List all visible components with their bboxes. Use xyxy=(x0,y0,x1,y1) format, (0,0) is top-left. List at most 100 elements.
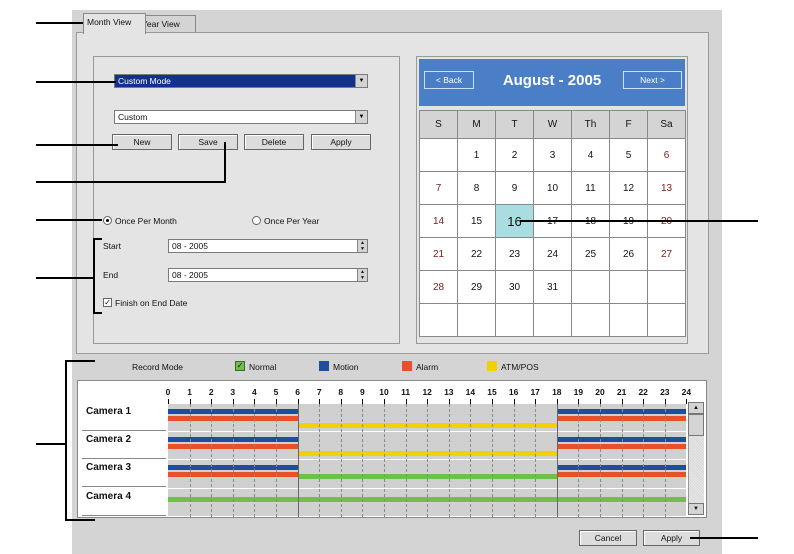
calendar-day[interactable]: 6 xyxy=(648,139,686,172)
calendar-empty-cell xyxy=(420,139,458,172)
tab-month-view[interactable]: Month View xyxy=(83,13,146,34)
hour-gridline xyxy=(340,404,342,517)
callout-line xyxy=(36,81,116,83)
calendar-day[interactable]: 3 xyxy=(534,139,572,172)
calendar-empty-cell xyxy=(648,271,686,304)
legend-alarm-label: Alarm xyxy=(416,362,439,372)
calendar-day[interactable]: 11 xyxy=(572,172,610,205)
calendar-day[interactable]: 7 xyxy=(420,172,458,205)
apply-preset-button[interactable]: Apply xyxy=(311,134,371,150)
hour-label: 11 xyxy=(401,387,411,397)
start-date-value: 08 - 2005 xyxy=(172,241,208,251)
calendar-day[interactable]: 31 xyxy=(534,271,572,304)
hour-gridline xyxy=(492,404,493,517)
calendar-day[interactable]: 13 xyxy=(648,172,686,205)
legend-normal-swatch[interactable]: ✓ xyxy=(235,361,245,371)
hour-label: 8 xyxy=(338,387,344,397)
legend-motion-label: Motion xyxy=(333,362,359,372)
calendar-empty-cell xyxy=(572,271,610,304)
hour-gridline xyxy=(643,404,645,517)
calendar-day[interactable]: 23 xyxy=(496,238,534,271)
scroll-thumb[interactable] xyxy=(688,414,704,436)
scroll-up-icon[interactable]: ▲ xyxy=(688,402,704,414)
calendar-day[interactable]: 2 xyxy=(496,139,534,172)
spin-down-icon[interactable]: ▼ xyxy=(357,275,367,281)
once-per-month-radio[interactable] xyxy=(103,216,112,225)
calendar-day-header: Th xyxy=(572,111,610,139)
calendar-empty-cell xyxy=(534,304,572,337)
callout-line xyxy=(520,220,758,222)
tab-year-view[interactable]: Year View xyxy=(138,15,196,33)
end-label: End xyxy=(103,270,119,280)
mode-combo[interactable]: Custom Mode ▼ xyxy=(114,74,368,88)
calendar-day-header: S xyxy=(420,111,458,139)
hour-gridline xyxy=(621,404,623,517)
calendar-day[interactable]: 4 xyxy=(572,139,610,172)
scroll-down-icon[interactable]: ▼ xyxy=(688,503,704,515)
calendar-day[interactable]: 9 xyxy=(496,172,534,205)
spin-down-icon[interactable]: ▼ xyxy=(357,246,367,252)
calendar-day[interactable]: 27 xyxy=(648,238,686,271)
hour-label: 19 xyxy=(573,387,584,397)
calendar-day[interactable]: 8 xyxy=(458,172,496,205)
hour-label: 0 xyxy=(165,387,171,397)
hour-label: 18 xyxy=(552,387,562,397)
hour-gridline xyxy=(362,404,364,517)
hour-gridline xyxy=(600,404,601,517)
calendar-day-header: T xyxy=(496,111,534,139)
calendar-back-button[interactable]: < Back xyxy=(424,71,474,89)
callout-bracket xyxy=(93,238,102,240)
calendar-empty-cell xyxy=(648,304,686,337)
preset-combo-value: Custom xyxy=(118,112,148,122)
calendar-day[interactable]: 22 xyxy=(458,238,496,271)
legend-motion-swatch xyxy=(319,361,329,371)
calendar-day[interactable]: 12 xyxy=(610,172,648,205)
hour-gridline xyxy=(384,404,385,517)
calendar-next-button[interactable]: Next > xyxy=(623,71,682,89)
cancel-button[interactable]: Cancel xyxy=(579,530,637,546)
calendar-day[interactable]: 28 xyxy=(420,271,458,304)
calendar-day[interactable]: 25 xyxy=(572,238,610,271)
hour-gridline xyxy=(448,404,450,517)
schedule-grid[interactable]: 0 1 2 3 4 5 6 7 8 9 10 11 12 13 14 15 16 17 18 19 20 21 22 23 24… xyxy=(77,380,707,518)
finish-on-end-checkbox[interactable]: ✓ xyxy=(103,298,112,307)
save-button[interactable]: Save xyxy=(178,134,238,150)
calendar-day[interactable]: 24 xyxy=(534,238,572,271)
calendar-day[interactable]: 1 xyxy=(458,139,496,172)
hour-gridline xyxy=(211,404,213,517)
hour-gridline xyxy=(276,404,277,517)
delete-button[interactable]: Delete xyxy=(244,134,304,150)
callout-line xyxy=(36,144,118,146)
hour-label: 3 xyxy=(230,387,236,397)
calendar-grid: SMTWThFSa1234567891011121314151617181920… xyxy=(419,110,686,337)
hour-label: 24 xyxy=(681,387,692,397)
calendar-day[interactable]: 5 xyxy=(610,139,648,172)
chevron-down-icon[interactable]: ▼ xyxy=(355,75,367,87)
calendar-day[interactable]: 15 xyxy=(458,205,496,238)
calendar-day[interactable]: 30 xyxy=(496,271,534,304)
hour-gridline xyxy=(470,404,472,517)
hour-gridline xyxy=(513,404,515,517)
hour-label: 22 xyxy=(638,387,648,397)
calendar-empty-cell xyxy=(496,304,534,337)
chevron-down-icon[interactable]: ▼ xyxy=(355,111,367,123)
calendar-day[interactable]: 26 xyxy=(610,238,648,271)
calendar-day[interactable]: 29 xyxy=(458,271,496,304)
once-per-year-radio[interactable] xyxy=(252,216,261,225)
hour-gridline xyxy=(664,404,666,517)
hour-label: 14 xyxy=(465,387,476,397)
calendar-day[interactable]: 10 xyxy=(534,172,572,205)
hour-label: 1 xyxy=(187,387,192,397)
calendar-day-header: M xyxy=(458,111,496,139)
start-date-spinner[interactable]: 08 - 2005 ▲ ▼ xyxy=(168,239,368,253)
callout-bracket xyxy=(65,360,67,521)
callout-bracket xyxy=(65,360,95,362)
new-button[interactable]: New xyxy=(112,134,172,150)
end-date-spinner[interactable]: 08 - 2005 ▲ ▼ xyxy=(168,268,368,282)
legend-atm-label: ATM/POS xyxy=(501,362,539,372)
callout-bracket xyxy=(65,519,95,521)
calendar-day[interactable]: 21 xyxy=(420,238,458,271)
calendar-empty-cell xyxy=(610,304,648,337)
preset-combo[interactable]: Custom ▼ xyxy=(114,110,368,124)
calendar-day[interactable]: 14 xyxy=(420,205,458,238)
